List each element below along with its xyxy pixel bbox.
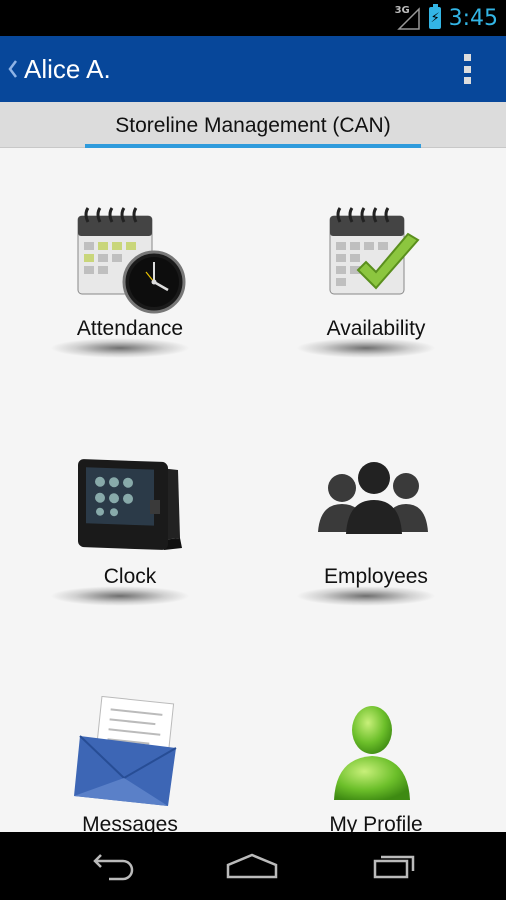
- user-profile-icon: [334, 706, 410, 800]
- menu-item-attendance[interactable]: Attendance: [10, 200, 210, 400]
- battery-charging-icon: ⚡: [428, 4, 441, 29]
- status-bar: 3G ⚡ 3:45: [0, 0, 506, 36]
- menu-grid: Attendance Availability Clock Employees …: [0, 148, 506, 832]
- menu-item-label: My Profile: [329, 813, 423, 832]
- home-nav-icon[interactable]: [222, 846, 282, 886]
- menu-item-employees[interactable]: Employees: [256, 448, 456, 648]
- menu-item-label: Availability: [326, 317, 426, 340]
- envelope-messages-icon: [74, 696, 177, 806]
- action-bar: Alice A.: [0, 36, 506, 102]
- user-name-title[interactable]: Alice A.: [24, 54, 111, 85]
- navigation-bar: [0, 832, 506, 900]
- menu-item-label: Employees: [324, 565, 428, 588]
- menu-item-label: Attendance: [76, 317, 184, 340]
- recent-apps-icon[interactable]: [364, 846, 424, 886]
- menu-item-my-profile[interactable]: My Profile: [256, 696, 456, 832]
- status-time: 3:45: [448, 5, 498, 31]
- signal-icon: 3G: [395, 5, 421, 30]
- menu-item-label: Messages: [82, 813, 178, 832]
- back-nav-icon[interactable]: [82, 846, 142, 886]
- menu-item-messages[interactable]: Messages: [10, 696, 210, 832]
- overflow-menu-icon[interactable]: [464, 54, 472, 84]
- menu-item-availability[interactable]: Availability: [256, 200, 456, 400]
- tab-strip: Storeline Management (CAN): [0, 102, 506, 148]
- menu-item-clock[interactable]: Clock: [10, 448, 210, 648]
- back-chevron-icon[interactable]: [2, 36, 24, 102]
- menu-item-label: Clock: [103, 565, 157, 588]
- tab-storeline-management[interactable]: Storeline Management (CAN): [85, 114, 421, 138]
